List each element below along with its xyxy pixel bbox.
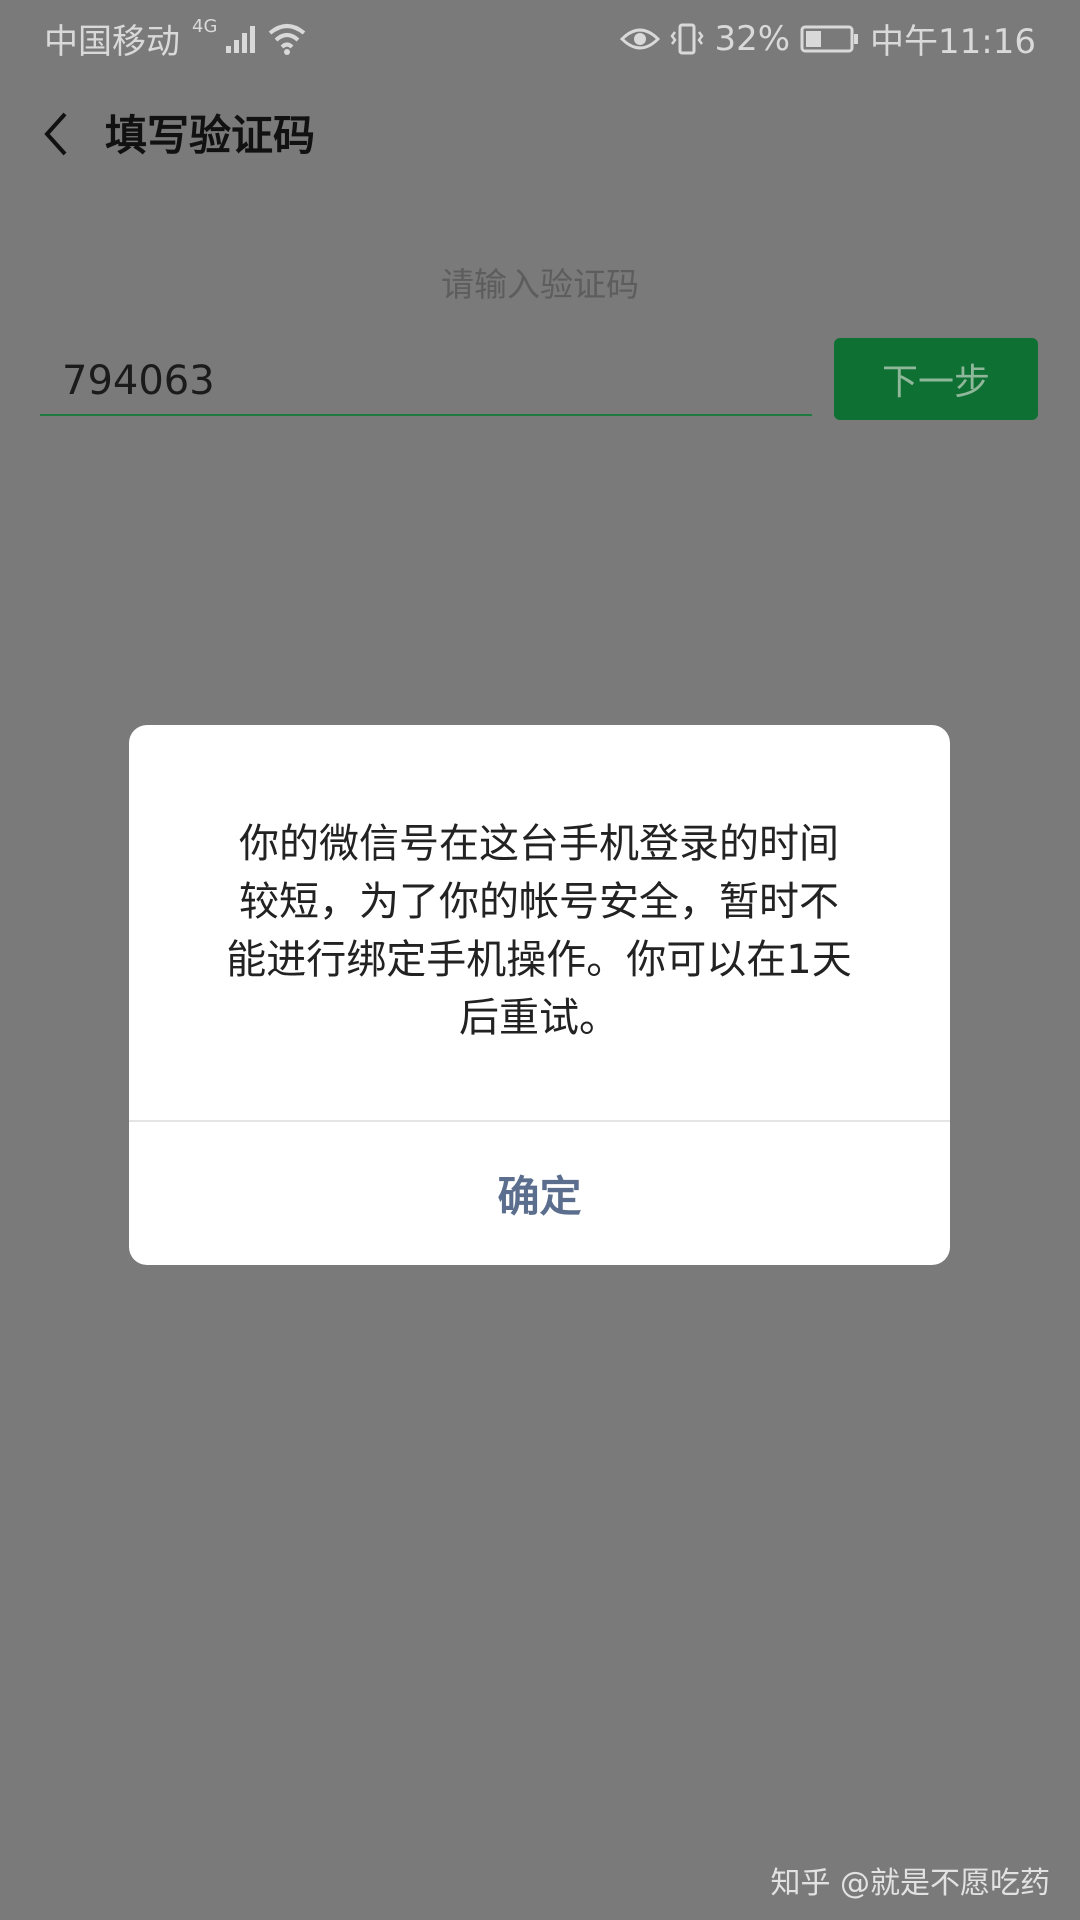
- battery-percent: 32%: [714, 18, 791, 59]
- carrier-label: 中国移动: [44, 22, 180, 62]
- eye-icon: [620, 24, 661, 54]
- status-time: 中午11:16: [870, 22, 1036, 62]
- battery-icon: [800, 24, 860, 54]
- dialog-message: 你的微信号在这台手机登录的时间 较短，为了你的帐号安全，暂时不 能进行绑定手机操…: [226, 821, 852, 1041]
- signal-icon: [225, 24, 259, 54]
- status-bar: 中国移动 4G 32% 中午11:16: [0, 0, 1080, 76]
- vibrate-icon: [670, 22, 704, 56]
- back-button[interactable]: [28, 106, 84, 166]
- code-hint: 请输入验证码: [441, 265, 639, 304]
- status-right: 32% 中午11:16: [620, 14, 1036, 63]
- back-arrow-icon: [39, 110, 73, 162]
- watermark: 知乎 @就是不愿吃药: [770, 1866, 1050, 1901]
- next-step-button[interactable]: 下一步: [834, 338, 1038, 420]
- verification-code-input[interactable]: [40, 348, 812, 416]
- confirm-button[interactable]: 确定: [129, 1122, 950, 1265]
- page-title: 填写验证码: [105, 111, 316, 160]
- wifi-icon: [267, 22, 307, 56]
- alert-dialog: 你的微信号在这台手机登录的时间 较短，为了你的帐号安全，暂时不 能进行绑定手机操…: [129, 725, 950, 1265]
- status-left: 中国移动 4G: [44, 14, 307, 63]
- app-bar: 填写验证码: [0, 90, 1080, 180]
- network-type: 4G: [192, 16, 218, 37]
- screen: 中国移动 4G 32% 中午11:16 填写验证码 请输入验证码 794063 …: [0, 0, 1080, 1920]
